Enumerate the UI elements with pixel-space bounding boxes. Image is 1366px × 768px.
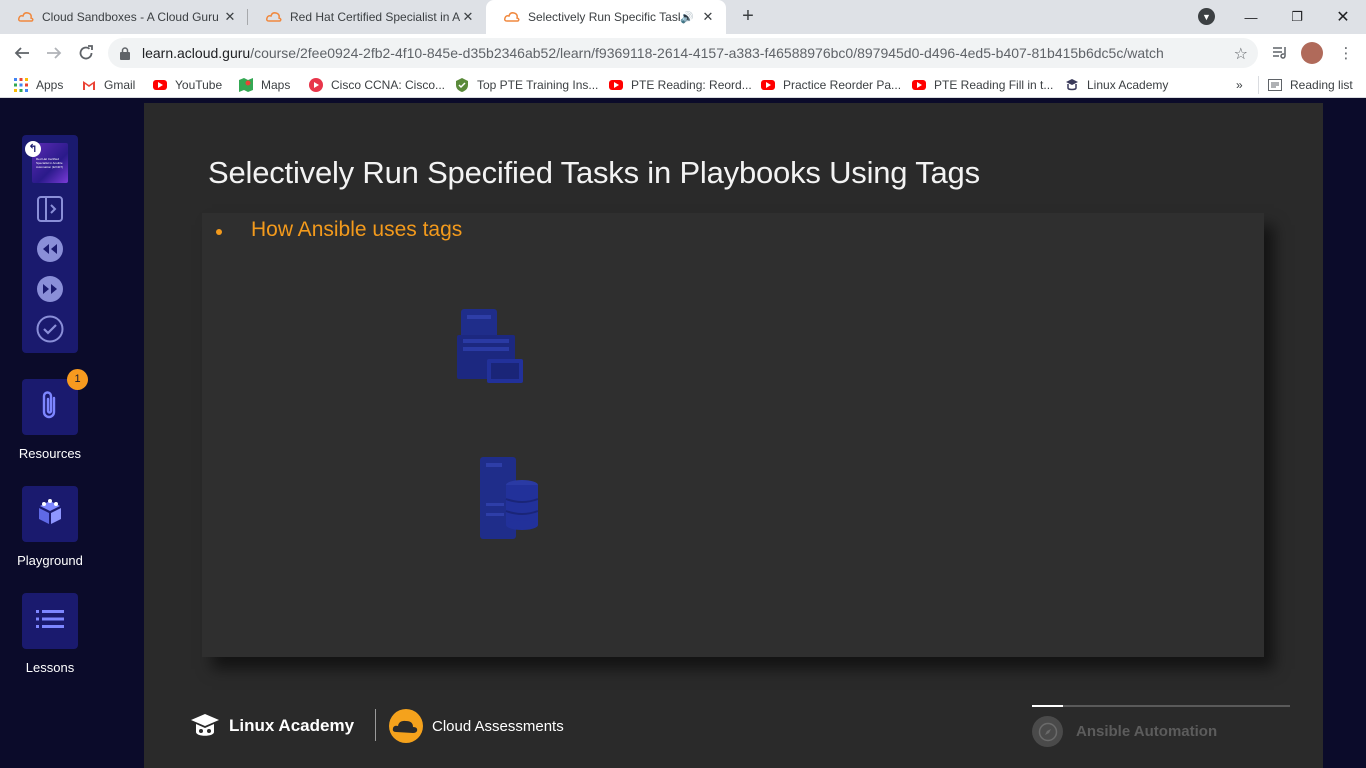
control-node-server-icon: [457, 307, 525, 390]
browser-tab-strip: Cloud Sandboxes - A Cloud Guru ✕ Red Hat…: [0, 0, 1366, 34]
bookmark-star-icon[interactable]: ☆: [1234, 44, 1248, 64]
bookmark-apps[interactable]: Apps: [14, 76, 63, 94]
bookmarks-bar: Apps Gmail YouTube Maps Cisco CCNA: Cisc…: [0, 72, 1366, 98]
gmail-icon: [82, 78, 96, 92]
tab-cloud-sandboxes[interactable]: Cloud Sandboxes - A Cloud Guru ✕: [0, 0, 248, 34]
reading-list-button[interactable]: Reading list: [1258, 76, 1353, 94]
close-window-button[interactable]: ✕: [1320, 0, 1366, 34]
close-tab-icon[interactable]: ✕: [700, 9, 716, 25]
speaker-icon[interactable]: 🔊: [680, 11, 694, 24]
url-path: /course/2fee0924-2fb2-4f10-845e-d35b2346…: [250, 45, 1164, 61]
video-progress-bar[interactable]: [1032, 705, 1290, 707]
bookmark-maps[interactable]: Maps: [239, 76, 290, 94]
profile-avatar[interactable]: [1301, 42, 1323, 64]
bookmark-pte-fill[interactable]: PTE Reading Fill in t...: [912, 76, 1053, 94]
video-progress-fill: [1032, 705, 1063, 707]
bookmark-pte-training[interactable]: Top PTE Training Ins...: [455, 76, 598, 94]
slide-bullet: How Ansible uses tags: [251, 218, 463, 241]
menu-kebab-icon[interactable]: ⋮: [1335, 42, 1357, 64]
youtube-icon: [609, 78, 623, 92]
linux-academy-owl-icon: [191, 714, 219, 736]
cloud-assessments-text: Cloud Assessments: [432, 717, 564, 735]
url-domain: learn.acloud.guru: [142, 45, 251, 61]
tab-red-hat-certified[interactable]: Red Hat Certified Specialist in An ✕: [248, 0, 486, 34]
database-server-icon: [478, 455, 542, 546]
video-player[interactable]: Selectively Run Specified Tasks in Playb…: [144, 103, 1323, 768]
playground-label[interactable]: Playground: [0, 553, 100, 568]
forward-icon[interactable]: [41, 40, 67, 66]
bookmark-linux-academy[interactable]: Linux Academy: [1065, 76, 1168, 94]
reload-icon[interactable]: [73, 40, 99, 66]
lessons-button[interactable]: [22, 593, 78, 649]
cloud-assessments-logo: Cloud Assessments: [388, 709, 564, 743]
close-tab-icon[interactable]: ✕: [222, 9, 238, 25]
tab-selectively-run[interactable]: Selectively Run Specific Tasks 🔊 ✕: [486, 0, 726, 34]
address-bar[interactable]: learn.acloud.guru/course/2fee0924-2fb2-4…: [108, 38, 1258, 68]
fast-forward-icon[interactable]: [36, 275, 64, 303]
resources-label[interactable]: Resources: [0, 446, 100, 461]
back-arrow-icon[interactable]: ↰: [25, 141, 41, 157]
list-icon: [36, 609, 64, 634]
restore-button[interactable]: ❐: [1274, 0, 1320, 34]
close-tab-icon[interactable]: ✕: [460, 9, 476, 25]
apps-grid-icon: [14, 78, 28, 92]
acloudguru-icon: [266, 9, 282, 25]
toggle-sidebar-icon[interactable]: [36, 195, 64, 223]
slide-title: Selectively Run Specified Tasks in Playb…: [208, 155, 980, 190]
right-margin: [1323, 98, 1366, 768]
linux-academy-text: Linux Academy: [229, 716, 355, 735]
youtube-icon: [912, 78, 926, 92]
url-text: learn.acloud.guru/course/2fee0924-2fb2-4…: [142, 45, 1164, 61]
back-icon[interactable]: [9, 40, 35, 66]
bullet-dot: [216, 229, 222, 235]
footer-divider: [375, 709, 376, 741]
bookmark-gmail[interactable]: Gmail: [82, 76, 135, 94]
slide-content-box: How Ansible uses tags: [202, 213, 1264, 657]
maps-icon: [239, 78, 253, 92]
paperclip-icon: [39, 390, 61, 425]
lessons-label[interactable]: Lessons: [0, 660, 100, 675]
youtube-icon: [761, 78, 775, 92]
course-thumbnail-text: Red Hat Certified Specialist in Ansible …: [36, 157, 64, 169]
youtube-icon: [153, 78, 167, 92]
cubes-icon: [35, 498, 65, 531]
course-player-page: Red Hat Certified Specialist in Ansible …: [0, 98, 1366, 768]
cloud-assessments-icon: [389, 709, 423, 743]
pte-icon: [455, 78, 469, 92]
media-controls-icon[interactable]: [1269, 42, 1291, 64]
course-label: Ansible Automation: [1076, 723, 1218, 740]
player-controls-panel: Red Hat Certified Specialist in Ansible …: [22, 135, 78, 353]
lock-icon[interactable]: [120, 46, 132, 60]
tab-search-icon[interactable]: ▼: [1198, 8, 1215, 25]
playground-button[interactable]: [22, 486, 78, 542]
bookmark-pte-reorder[interactable]: PTE Reading: Reord...: [609, 76, 752, 94]
acloudguru-icon: [18, 9, 34, 25]
acloudguru-icon: [504, 9, 520, 25]
linux-academy-logo: Linux Academy: [190, 711, 354, 741]
mark-complete-icon[interactable]: [36, 315, 64, 343]
bookmark-practice-reorder[interactable]: Practice Reorder Pa...: [761, 76, 901, 94]
new-tab-button[interactable]: +: [737, 5, 759, 27]
left-sidebar: Red Hat Certified Specialist in Ansible …: [0, 98, 144, 768]
minimize-button[interactable]: —: [1228, 0, 1274, 34]
bookmarks-overflow-button[interactable]: »: [1236, 76, 1243, 94]
cisco-icon: [309, 78, 323, 92]
reading-list-icon: [1268, 78, 1282, 92]
linux-academy-icon: [1065, 78, 1079, 92]
bookmark-youtube[interactable]: YouTube: [153, 76, 222, 94]
browser-toolbar: learn.acloud.guru/course/2fee0924-2fb2-4…: [0, 34, 1366, 72]
bookmark-cisco[interactable]: Cisco CCNA: Cisco...: [309, 76, 445, 94]
compass-icon: [1032, 716, 1063, 747]
rewind-icon[interactable]: [36, 235, 64, 263]
resources-count-badge: 1: [67, 369, 88, 390]
